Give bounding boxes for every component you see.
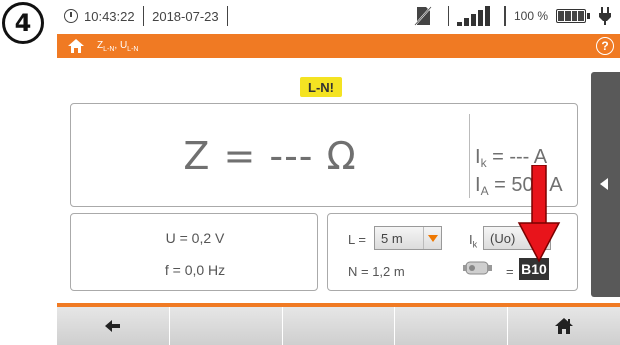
back-arrow-icon <box>104 320 120 332</box>
signal-strength-icon <box>457 6 491 26</box>
triangle-left-icon <box>600 178 608 190</box>
fuse-icon <box>463 261 492 275</box>
back-button[interactable] <box>57 307 170 345</box>
voltage-reading: U = 0,2 V <box>165 230 225 246</box>
warning-badge: L-N! <box>300 77 342 97</box>
status-bar: 10:43:22 2018-07-23 100 % <box>62 0 620 32</box>
home-icon[interactable] <box>67 38 85 54</box>
result-divider <box>469 114 470 198</box>
no-memory-card-icon <box>414 6 432 26</box>
cable-length-select[interactable]: 5 m <box>374 226 442 250</box>
battery-percent: 100 % <box>513 9 548 23</box>
main-result-panel: Z = --- Ω Ik = --- A IA = 500 A <box>70 103 578 207</box>
ik-option-value: (Uo) <box>490 230 516 246</box>
toolbar-button-4[interactable] <box>395 307 509 345</box>
toolbar-button-2[interactable] <box>169 307 283 345</box>
cable-length-label: L = <box>348 232 366 247</box>
status-separator <box>226 6 229 26</box>
chevron-down-icon <box>423 227 441 249</box>
power-plug-icon <box>599 7 611 25</box>
red-pointer-arrow-icon <box>517 165 561 263</box>
fuse-equals: = <box>506 264 514 279</box>
bottom-toolbar <box>57 307 620 345</box>
ik-setting-label: Ik <box>469 232 478 250</box>
help-icon[interactable]: ? <box>596 37 614 55</box>
neutral-length-reading: N = 1,2 m <box>348 264 405 279</box>
clock-icon <box>64 9 78 23</box>
home-button[interactable] <box>508 307 620 345</box>
toolbar-button-3[interactable] <box>282 307 396 345</box>
cable-length-value: 5 m <box>381 230 403 246</box>
frequency-reading: f = 0,0 Hz <box>164 262 226 278</box>
status-separator <box>504 6 506 26</box>
voltage-frequency-panel: U = 0,2 V f = 0,0 Hz <box>70 213 318 291</box>
status-time: 10:43:22 <box>84 8 135 24</box>
status-separator <box>447 6 450 26</box>
side-menu-tab[interactable] <box>591 72 620 297</box>
screen-title: ZL-N, UL-N <box>97 40 139 53</box>
status-separator <box>142 6 145 26</box>
home-icon <box>555 318 574 334</box>
impedance-result: Z = --- Ω <box>183 134 357 178</box>
status-date: 2018-07-23 <box>152 8 219 24</box>
battery-icon <box>556 9 590 23</box>
step-number-badge: 4 <box>2 2 44 44</box>
title-bar: ZL-N, UL-N ? <box>57 34 620 58</box>
